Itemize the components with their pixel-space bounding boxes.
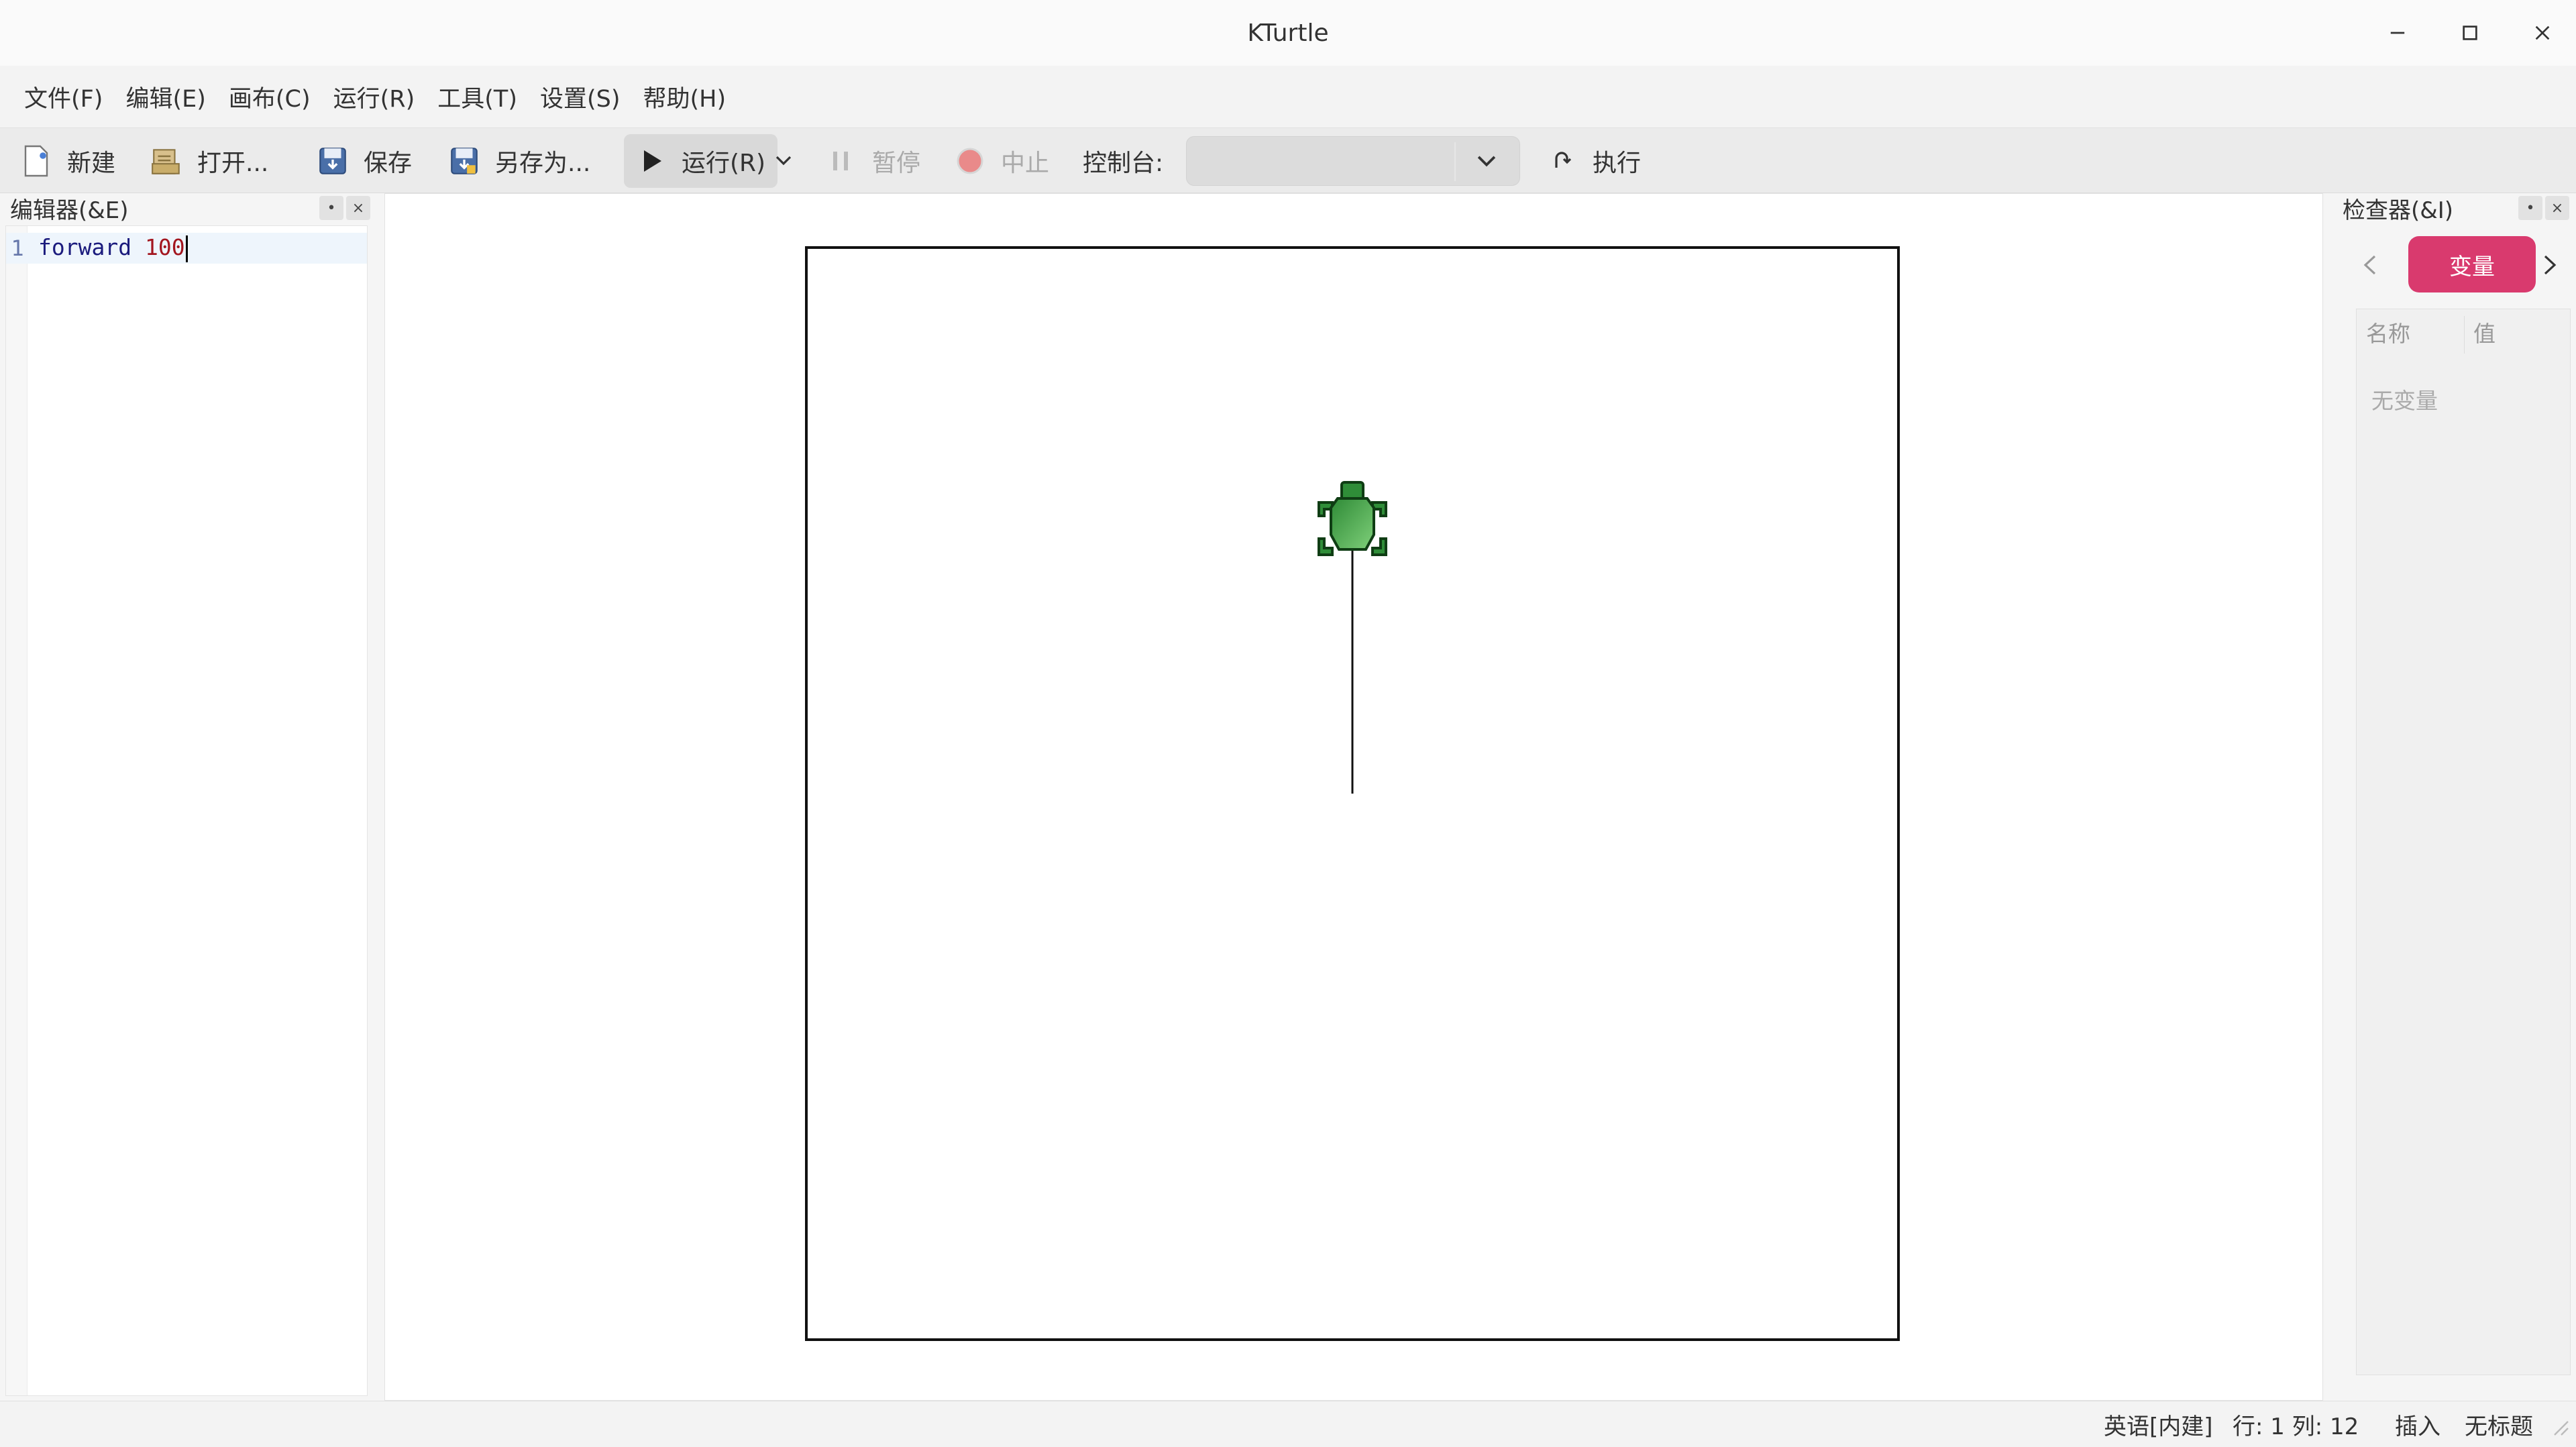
inspector-close-button[interactable]: × [2545, 196, 2569, 220]
run-button[interactable]: 运行(R) [624, 134, 778, 188]
title-bar: KTurtle [0, 0, 2576, 66]
save-label: 保存 [364, 150, 413, 177]
execute-icon [1544, 144, 1579, 178]
editor-title: 编辑器(&E) [10, 197, 129, 224]
new-button[interactable]: 新建 [19, 128, 115, 194]
new-label: 新建 [67, 150, 116, 177]
status-bar: 英语[内建] 行: 1 列: 12 插入 无标题 [0, 1401, 2576, 1447]
line-gutter [6, 226, 28, 1395]
menu-help[interactable]: 帮助(H) [639, 74, 731, 119]
open-label: 打开... [197, 150, 269, 177]
chevron-down-icon [775, 156, 792, 166]
tab-variables[interactable]: 变量 [2408, 236, 2536, 292]
menu-edit[interactable]: 编辑(E) [121, 74, 209, 119]
close-button[interactable] [2509, 0, 2576, 66]
save-as-button[interactable]: 另存为... [447, 128, 590, 194]
status-cursor-position: 行: 1 列: 12 [2233, 1413, 2359, 1440]
menu-bar: 文件(F) 编辑(E) 画布(C) 运行(R) 工具(T) 设置(S) 帮助(H… [0, 66, 2576, 127]
toolbar: 新建 打开... 保存 另存为... 运行(R) 暂停 中止 控制台: 执行 [0, 127, 2576, 193]
abort-label: 中止 [1001, 150, 1050, 177]
code-editor[interactable]: 1 forward 100 [5, 225, 368, 1396]
canvas-area [384, 193, 2323, 1401]
new-file-icon [19, 144, 54, 178]
turtle-canvas[interactable] [805, 246, 1900, 1341]
console-divider [1454, 142, 1456, 181]
column-header-value[interactable]: 值 [2473, 316, 2496, 348]
pause-icon [824, 144, 859, 178]
menu-file[interactable]: 文件(F) [20, 74, 107, 119]
code-text: forward 100 [29, 234, 188, 262]
minimize-icon [2390, 32, 2405, 34]
console-label: 控制台: [1083, 150, 1164, 177]
variables-table: 名称 值 无变量 [2356, 309, 2571, 1375]
window-title: KTurtle [1247, 19, 1329, 47]
editor-close-button[interactable]: × [346, 196, 370, 220]
pause-label: 暂停 [872, 150, 921, 177]
code-number: 100 [144, 234, 185, 261]
status-insert-mode: 插入 [2395, 1413, 2440, 1440]
play-icon [637, 144, 667, 178]
line-number: 1 [11, 235, 24, 261]
run-label: 运行(R) [682, 150, 766, 177]
pause-button[interactable]: 暂停 [824, 128, 920, 194]
resize-grip-icon[interactable] [2549, 1416, 2569, 1436]
stop-icon [953, 144, 987, 178]
save-icon [315, 144, 350, 178]
save-button[interactable]: 保存 [315, 128, 412, 194]
maximize-icon [2463, 25, 2477, 40]
save-as-label: 另存为... [495, 150, 591, 177]
save-as-icon [447, 144, 482, 178]
abort-button[interactable]: 中止 [953, 128, 1049, 194]
execute-label: 执行 [1593, 150, 1642, 177]
console-input[interactable] [1186, 136, 1520, 186]
inspector-float-button[interactable]: • [2518, 196, 2542, 220]
status-filename: 无标题 [2465, 1413, 2533, 1440]
empty-message: 无变量 [2371, 388, 2438, 414]
minimize-button[interactable] [2364, 0, 2431, 66]
inspector-tabs: 变量 [2332, 232, 2576, 297]
execute-button[interactable]: 执行 [1544, 128, 1641, 194]
column-header-name[interactable]: 名称 [2366, 316, 2410, 348]
text-cursor [185, 235, 188, 262]
code-line[interactable]: 1 forward 100 [6, 233, 367, 264]
status-language: 英语[内建] [2104, 1413, 2213, 1440]
maximize-button[interactable] [2436, 0, 2504, 66]
column-divider [2464, 316, 2465, 354]
menu-tools[interactable]: 工具(T) [433, 74, 521, 119]
editor-float-button[interactable]: • [319, 196, 343, 220]
menu-run[interactable]: 运行(R) [329, 74, 419, 119]
inspector-dock: 检查器(&I) • × 变量 名称 值 无变量 [2332, 193, 2576, 1401]
chevron-right-icon[interactable] [2540, 254, 2560, 276]
menu-canvas[interactable]: 画布(C) [225, 74, 315, 119]
open-folder-icon [149, 144, 184, 178]
menu-settings[interactable]: 设置(S) [536, 74, 625, 119]
chevron-down-icon[interactable] [1474, 149, 1499, 174]
close-icon [2535, 25, 2550, 40]
open-button[interactable]: 打开... [149, 128, 268, 194]
inspector-title: 检查器(&I) [2343, 197, 2454, 224]
editor-dock: 编辑器(&E) • × 1 forward 100 [0, 193, 380, 1401]
run-menu-dropdown[interactable] [773, 128, 794, 194]
chevron-left-icon[interactable] [2360, 254, 2380, 276]
code-keyword: forward [38, 234, 132, 261]
